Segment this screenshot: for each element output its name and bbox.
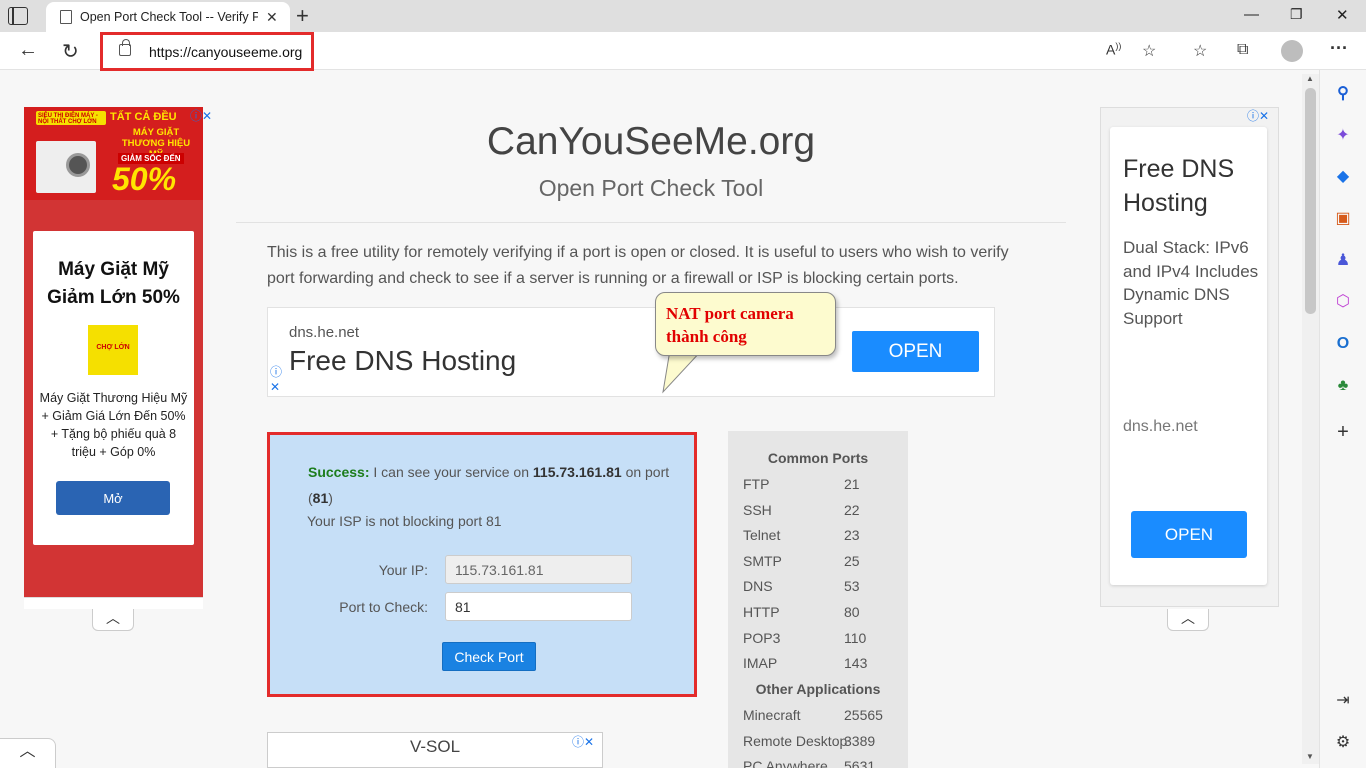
port-service-name: PC Anywhere [743,758,828,768]
page-subtitle: Open Port Check Tool [538,175,764,201]
left-ad-open-button[interactable]: Mở [56,481,170,515]
common-ports-header: Common Ports [767,450,869,466]
detected-port: 81 [312,489,329,506]
left-ad-description: Máy Giặt Thương Hiệu Mỹ + Giảm Giá Lớn Đ… [39,391,188,459]
port-number: 25 [844,552,860,569]
scroll-up-icon[interactable]: ▲ [1306,74,1314,83]
shopping-icon[interactable]: ◆ [1334,168,1352,186]
left-ad-choices-icon[interactable]: ⓘ✕ [190,107,212,124]
port-number: 5631 [844,758,876,768]
success-message: Success: I can see your service on 115.7… [308,464,670,506]
collections-icon[interactable]: ⧉ [1237,41,1248,59]
right-ad-collapse-icon[interactable]: ︿ [1167,609,1209,631]
port-label: Port to Check: [339,599,428,615]
port-number: 23 [844,527,860,544]
search-icon[interactable]: ⚲ [1334,85,1352,103]
port-number: 110 [844,629,867,646]
other-apps-header: Other Applications [755,681,881,697]
port-number: 143 [844,655,868,672]
port-number: 22 [844,501,860,518]
read-aloud-icon[interactable]: A)) [1106,41,1121,58]
port-service-name: HTTP [743,604,780,620]
port-service-name: IMAP [743,655,778,672]
bottom-ad-choices-icon[interactable]: ⓘ✕ [572,733,594,750]
port-number: 21 [844,476,860,492]
favorites-icon[interactable]: ☆ [1193,41,1207,61]
detected-ip: 115.73.161.81 [532,464,622,480]
drop-icon[interactable]: ♣ [1334,377,1352,395]
port-number: 3389 [844,732,876,749]
more-menu-icon[interactable]: ··· [1330,38,1348,59]
restore-icon[interactable]: ❐ [1290,6,1303,23]
washing-machine-image [36,141,96,193]
left-ad-collapse-icon[interactable]: ︿ [92,609,134,631]
header-divider [236,222,1066,223]
tab-actions-icon[interactable] [8,7,28,25]
port-service-name: SMTP [743,552,782,569]
port-input[interactable] [445,592,632,621]
outlook-icon[interactable]: O [1334,335,1352,353]
port-number: 53 [844,578,860,595]
profile-avatar[interactable] [1281,40,1303,62]
callout-text: NAT port camera thành công [666,304,794,346]
ports-table: Common Ports FTP 21 SSH 22 Telnet 23 SMTP 25 DNS… [728,431,908,768]
lock-icon[interactable] [119,39,131,56]
address-bar[interactable]: https://canyouseeme.org [149,44,302,60]
hide-sidebar-icon[interactable]: ⇥ [1334,692,1352,710]
success-label: Success: [308,464,370,480]
middle-ad-title[interactable]: Free DNS Hosting [289,345,516,377]
new-tab-icon[interactable]: + [296,3,309,29]
discover-icon[interactable]: ✦ [1334,127,1352,145]
games-icon[interactable]: ♟ [1334,252,1352,270]
port-number: 80 [844,604,860,620]
bottom-ad-text[interactable]: V-SOL [267,737,603,757]
scroll-down-icon[interactable]: ▼ [1306,752,1314,761]
add-sidebar-icon[interactable]: + [1334,422,1352,442]
right-ad-description: Dual Stack: IPv6 and IPv4 Includes Dynam… [1123,238,1259,328]
window-close-icon[interactable]: ✕ [1336,6,1349,24]
sidebar-settings-icon[interactable]: ⚙ [1334,734,1352,752]
page-title: CanYouSeeMe.org [486,120,816,163]
right-ad-domain: dns.he.net [1123,418,1198,435]
refresh-icon[interactable]: ↻ [62,39,79,64]
tools-icon[interactable]: ▣ [1334,210,1352,228]
intro-paragraph: This is a free utility for remotely veri… [267,244,1009,287]
left-ad-banner[interactable]: SIÊU THỊ ĐIỆN MÁY - NỘI THẤT CHỢ LỚN TẤT… [24,107,203,200]
back-icon[interactable]: ← [18,39,38,62]
tab-close-icon[interactable]: ✕ [266,9,278,26]
left-ad-logo: CHỢ LỚN [88,325,138,375]
middle-ad-open-button[interactable]: OPEN [852,331,979,372]
right-ad-open-button[interactable]: OPEN [1131,511,1247,558]
minimize-icon[interactable]: — [1244,6,1259,23]
port-service-name: FTP [743,476,770,492]
ip-field[interactable] [445,555,632,584]
office-icon[interactable]: ⬡ [1334,293,1352,311]
tab-title: Open Port Check Tool -- Verify Port [80,10,258,24]
right-ad-choices-icon[interactable]: ⓘ✕ [1247,107,1269,124]
port-service-name: POP3 [743,629,781,646]
page-favicon-icon [60,10,72,24]
right-ad-title[interactable]: Free DNS Hosting [1123,152,1268,220]
port-service-name: Remote Desktop [743,732,848,749]
check-port-button[interactable]: Check Port [442,642,536,671]
port-service-name: SSH [743,501,772,518]
active-tab[interactable]: Open Port Check Tool -- Verify Port ✕ [46,2,290,32]
bottom-collapse-icon[interactable]: ︿ [0,738,56,768]
add-favorite-icon[interactable]: ☆ [1142,41,1156,61]
callout-pointer [662,350,703,394]
port-service-name: DNS [743,578,773,595]
left-ad-title[interactable]: Máy Giặt Mỹ Giảm Lớn 50% [33,256,194,312]
port-service-name: Telnet [743,527,781,544]
port-service-name: Minecraft [743,707,801,723]
ip-label: Your IP: [378,562,428,578]
left-ad-footer [24,597,203,609]
isp-message: Your ISP is not blocking port 81 [307,513,502,529]
port-number: 25565 [844,707,883,723]
middle-ad-choices-icon[interactable]: ⓘ ✕ [270,365,282,395]
middle-ad-domain: dns.he.net [289,324,360,341]
scrollbar-thumb[interactable] [1305,88,1316,314]
